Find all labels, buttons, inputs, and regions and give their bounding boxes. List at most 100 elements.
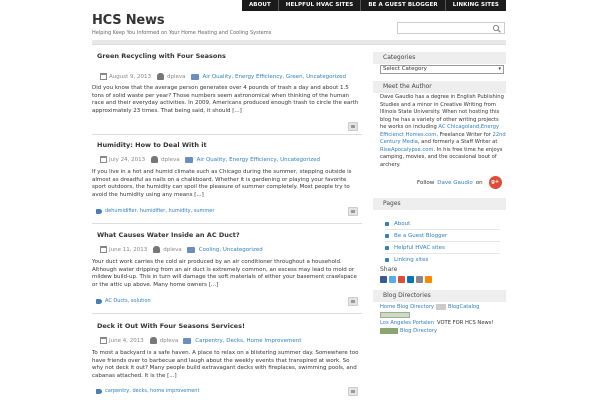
folder-icon — [184, 156, 193, 163]
directory-row: Home Blog Directory BlogCatalog — [380, 304, 506, 310]
pages-item-be-a-guest-blogger[interactable]: Be a Guest Blogger — [385, 230, 500, 241]
post-divider — [92, 134, 362, 135]
email-icon[interactable] — [416, 276, 423, 283]
post-author[interactable]: dpleva — [167, 74, 186, 80]
post-author[interactable]: dpleva — [161, 157, 180, 163]
pages-heading: Pages — [373, 198, 506, 210]
pages-item-helpful-hvac-sites[interactable]: Helpful HVAC sites — [385, 242, 500, 253]
post-title[interactable]: What Causes Water Inside an AC Duct? — [97, 231, 240, 239]
nav-linking-sites[interactable]: LINKING SITES — [446, 0, 506, 11]
pages-item-about[interactable]: About — [385, 218, 500, 229]
post-categories[interactable]: Air Quality, Energy Efficiency, Uncatego… — [197, 157, 320, 163]
author-bio-text: , and formerly a Staff Writer at — [417, 139, 498, 145]
directory-banner-image[interactable] — [380, 312, 410, 318]
post-meta: June 11, 2013 dpleva Cooling, Uncategori… — [100, 245, 263, 254]
user-icon — [153, 246, 161, 253]
pages-list: About Be a Guest Blogger Helpful HVAC si… — [385, 218, 500, 265]
top-navigation: ABOUT HELPFUL HVAC SITES BE A GUEST BLOG… — [241, 0, 506, 11]
post-tags: dehumidifier, humidifier, humidity, summ… — [96, 208, 214, 214]
header-divider-bar — [92, 40, 506, 45]
post-tags: AC Ducts, solution — [96, 298, 151, 304]
sidebar: Categories Select Category ▾ Meet the Au… — [373, 46, 506, 400]
post-date: August 9, 2013 — [109, 73, 151, 80]
bullet-icon — [385, 221, 389, 226]
post-date: July 24, 2013 — [109, 156, 146, 163]
comment-icon[interactable] — [348, 387, 358, 396]
directory-link-home-blog[interactable]: Home Blog Directory — [380, 304, 434, 310]
pages-item-label: About — [394, 220, 411, 227]
tag-icon — [96, 298, 102, 304]
pages-item-label: Helpful HVAC sites — [394, 244, 445, 251]
site-tagline: Helping Keep You Informed on Your Home H… — [92, 30, 272, 36]
directory-badge-icon — [380, 328, 398, 334]
post-tag-list[interactable]: AC Ducts, solution — [105, 298, 151, 304]
bullet-icon — [385, 233, 389, 238]
post-date: June 11, 2013 — [109, 246, 148, 253]
site-title[interactable]: HCS News — [92, 13, 165, 28]
author-link-riseapocalypse[interactable]: RiseApocalypse.com — [380, 147, 433, 153]
post-date: June 4, 2013 — [109, 337, 144, 344]
about-heading: Meet the Author — [373, 81, 506, 93]
post-categories[interactable]: Cooling, Uncategorized — [199, 247, 263, 253]
calendar-icon — [100, 337, 107, 344]
post-tag-list[interactable]: dehumidifier, humidifier, humidity, summ… — [105, 208, 214, 214]
chevron-down-icon: ▾ — [498, 66, 501, 72]
folder-icon — [183, 337, 192, 344]
comment-icon[interactable] — [348, 122, 358, 131]
category-select[interactable]: Select Category ▾ — [380, 65, 504, 74]
pages-item-label: Be a Guest Blogger — [394, 232, 448, 239]
post-meta: August 9, 2013 dpleva Air Quality, Energ… — [100, 72, 346, 81]
facebook-icon[interactable] — [380, 276, 387, 283]
calendar-icon — [100, 246, 107, 253]
bullet-icon — [385, 245, 389, 250]
post-title[interactable]: Humidity: How to Deal With it — [97, 141, 207, 149]
post-excerpt: To most a backyard is a safe haven. A pl… — [92, 350, 359, 379]
post-meta: June 4, 2013 dpleva Carpentry, Decks, Ho… — [100, 336, 301, 345]
share-more-icon[interactable] — [425, 276, 432, 283]
nav-helpful-hvac-sites[interactable]: HELPFUL HVAC SITES — [279, 0, 361, 11]
nav-be-a-guest-blogger[interactable]: BE A GUEST BLOGGER — [361, 0, 444, 11]
directory-row: Blog Directory — [380, 328, 506, 334]
post-title[interactable]: Deck it Out With Four Seasons Services! — [97, 322, 245, 330]
comment-icon[interactable] — [348, 207, 358, 216]
directory-link-los-angeles[interactable]: Los Angeles Portalen — [380, 320, 434, 326]
post-categories[interactable]: Carpentry, Decks, Home Improvement — [195, 338, 301, 344]
share-buttons — [380, 276, 432, 283]
directory-row: Los Angeles Portalen VOTE FOR HCS News! — [380, 320, 506, 326]
follow-author-link[interactable]: Dave Gaudio — [437, 180, 473, 186]
directory-badge-icon — [436, 304, 446, 310]
calendar-icon — [100, 156, 107, 163]
comment-icon[interactable] — [348, 297, 358, 306]
post-title[interactable]: Green Recycling with Four Seasons — [97, 52, 226, 60]
folder-icon — [186, 246, 195, 253]
bullet-icon — [385, 257, 389, 262]
author-bio: Dave Gaudio has a degree in English Publ… — [380, 94, 506, 169]
post-author[interactable]: dpleva — [160, 338, 179, 344]
search-icon[interactable] — [492, 24, 502, 33]
directory-link-blogcatalog[interactable]: BlogCatalog — [448, 304, 479, 310]
post-list: Green Recycling with Four Seasons August… — [92, 46, 362, 400]
calendar-icon — [100, 73, 107, 80]
twitter-icon[interactable] — [389, 276, 396, 283]
directories-heading: Blog Directories — [373, 290, 506, 302]
google-plus-share-icon[interactable] — [398, 276, 405, 283]
categories-heading: Categories — [373, 52, 506, 64]
nav-about[interactable]: ABOUT — [242, 0, 278, 11]
search-input[interactable] — [397, 22, 505, 34]
follow-author: Follow Dave Gaudio on g+ — [417, 176, 502, 189]
linkedin-icon[interactable] — [407, 276, 414, 283]
post-excerpt: Did you know that the average person gen… — [92, 85, 359, 114]
post-author[interactable]: dpleva — [163, 247, 182, 253]
directory-row — [380, 312, 506, 318]
post-divider — [92, 313, 362, 314]
post-categories[interactable]: Air Quality, Energy Efficiency, Green, U… — [203, 74, 346, 80]
pages-item-label: Linking sites — [394, 256, 429, 263]
directory-link-blog-directory[interactable]: Blog Directory — [400, 328, 437, 334]
google-plus-icon[interactable]: g+ — [488, 176, 502, 189]
tag-icon — [96, 208, 102, 214]
post-tag-list[interactable]: carpentry, decks, home improvement — [105, 388, 199, 394]
tag-icon — [96, 388, 102, 394]
post-excerpt: If you live in a hot and humid climate s… — [92, 169, 352, 198]
author-bio-text: , Freelance Writer for — [436, 131, 493, 138]
user-icon — [149, 337, 157, 344]
